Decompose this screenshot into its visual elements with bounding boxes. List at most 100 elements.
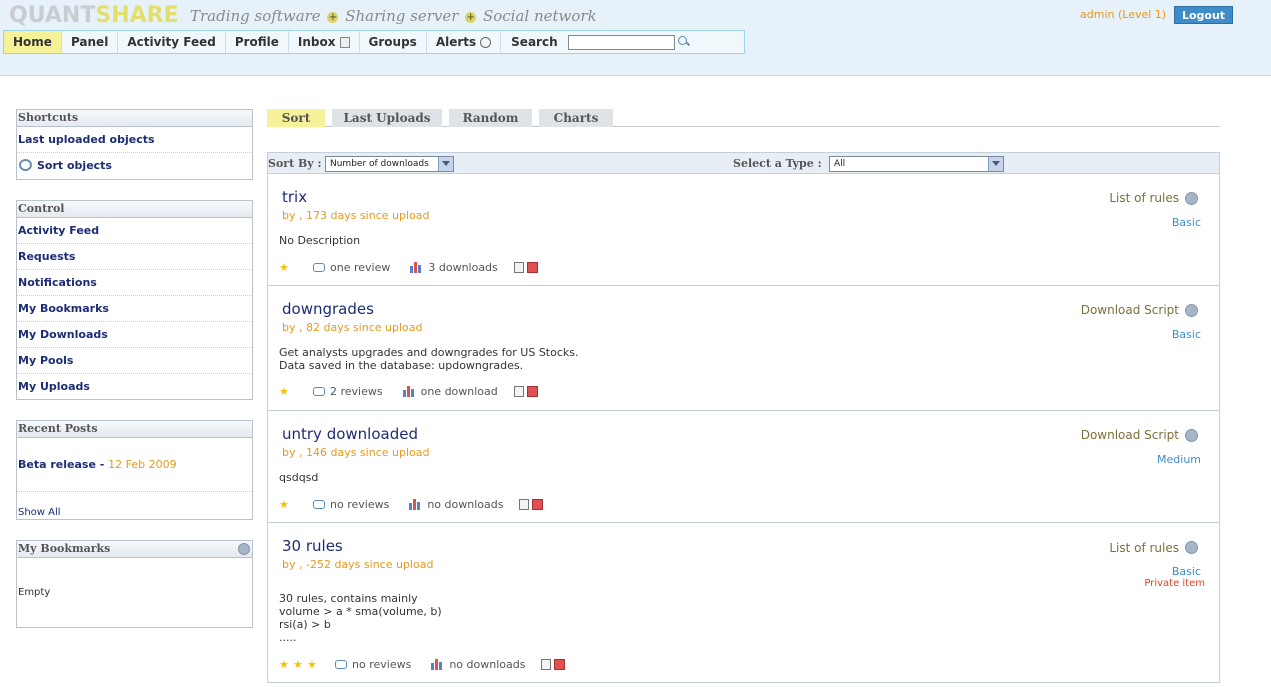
item-meta: ★ no reviews no downloads bbox=[279, 497, 544, 511]
comment-icon bbox=[313, 262, 325, 272]
sort-bar: Sort By : Number of downloads Select a T… bbox=[267, 152, 1220, 174]
item-subtitle: by , 82 days since upload bbox=[282, 321, 423, 334]
delete-icon[interactable] bbox=[532, 498, 544, 510]
download-count: no downloads bbox=[427, 497, 504, 511]
delete-icon[interactable] bbox=[526, 385, 538, 397]
shortcuts-title: Shortcuts bbox=[17, 110, 252, 127]
tagline-sharing: Sharing server bbox=[345, 7, 459, 25]
nav-profile[interactable]: Profile bbox=[226, 31, 289, 53]
nav-inbox[interactable]: Inbox bbox=[289, 31, 360, 53]
control-my-uploads[interactable]: My Uploads bbox=[17, 374, 252, 400]
item-level: Basic bbox=[1171, 565, 1201, 578]
shortcut-sort-objects[interactable]: Sort objects bbox=[17, 153, 252, 179]
document-icon[interactable] bbox=[541, 658, 552, 670]
delete-icon[interactable] bbox=[554, 658, 566, 670]
tab-charts[interactable]: Charts bbox=[539, 109, 613, 127]
item-type: Download Script bbox=[1080, 428, 1179, 442]
magnifier-icon bbox=[19, 159, 32, 171]
recent-post-date: 12 Feb 2009 bbox=[108, 458, 177, 471]
item-subtitle: by , 173 days since upload bbox=[282, 209, 430, 222]
shortcut-last-uploaded[interactable]: Last uploaded objects bbox=[17, 127, 252, 153]
item-type: Download Script bbox=[1080, 303, 1179, 317]
tab-sort[interactable]: Sort bbox=[267, 109, 325, 127]
nav-activity-feed[interactable]: Activity Feed bbox=[118, 31, 226, 53]
sort-by-label: Sort By : bbox=[268, 157, 322, 170]
item-level: Basic bbox=[1171, 328, 1201, 341]
delete-icon[interactable] bbox=[526, 261, 538, 273]
item-description: 30 rules, contains mainly volume > a * s… bbox=[279, 592, 442, 644]
item-subtitle: by , -252 days since upload bbox=[282, 558, 434, 571]
item-title-link[interactable]: untry downloaded bbox=[282, 425, 418, 443]
nav-panel[interactable]: Panel bbox=[62, 31, 119, 53]
control-my-bookmarks[interactable]: My Bookmarks bbox=[17, 296, 252, 322]
info-icon[interactable] bbox=[1185, 541, 1198, 554]
item-meta: ★ 2 reviews one download bbox=[279, 384, 538, 398]
sort-by-select[interactable]: Number of downloads bbox=[325, 156, 454, 172]
star-icon: ★ bbox=[279, 657, 289, 671]
review-count[interactable]: no reviews bbox=[330, 498, 389, 511]
bar-chart-icon bbox=[410, 261, 423, 273]
clock-icon bbox=[480, 36, 492, 48]
tab-last-uploads[interactable]: Last Uploads bbox=[332, 109, 442, 127]
control-notifications[interactable]: Notifications bbox=[17, 270, 252, 296]
control-activity-feed[interactable]: Activity Feed bbox=[17, 218, 252, 244]
tab-random[interactable]: Random bbox=[449, 109, 532, 127]
shortcuts-box: Shortcuts Last uploaded objects Sort obj… bbox=[16, 109, 253, 180]
document-icon[interactable] bbox=[513, 261, 524, 273]
download-count: no downloads bbox=[449, 657, 526, 671]
info-icon[interactable] bbox=[1185, 429, 1198, 442]
plus-icon: + bbox=[465, 12, 477, 23]
logout-button[interactable]: Logout bbox=[1174, 6, 1233, 24]
nav-groups[interactable]: Groups bbox=[360, 31, 427, 53]
star-icon: ★ bbox=[279, 384, 289, 398]
bookmarks-box: My Bookmarks Empty bbox=[16, 540, 253, 628]
star-icon: ★ bbox=[307, 657, 317, 671]
tagline: Trading software + Sharing server + Soci… bbox=[190, 7, 597, 25]
type-select[interactable]: All bbox=[829, 156, 1004, 172]
review-count[interactable]: no reviews bbox=[352, 658, 411, 671]
user-level-link[interactable]: admin (Level 1) bbox=[1080, 8, 1166, 21]
recent-post-link[interactable]: Beta release bbox=[18, 458, 96, 471]
search-input[interactable] bbox=[567, 35, 675, 50]
search-icon[interactable] bbox=[677, 36, 689, 47]
show-all-link[interactable]: Show All bbox=[18, 507, 61, 518]
list-item: 30 rules by , -252 days since upload 30 … bbox=[267, 523, 1220, 683]
info-icon[interactable] bbox=[1185, 304, 1198, 317]
item-title-link[interactable]: 30 rules bbox=[282, 537, 343, 555]
divider bbox=[17, 491, 252, 492]
main-nav: Home Panel Activity Feed Profile Inbox G… bbox=[3, 30, 745, 54]
control-my-pools[interactable]: My Pools bbox=[17, 348, 252, 374]
item-type: List of rules bbox=[1109, 191, 1179, 205]
tab-bar: Sort Last Uploads Random Charts bbox=[267, 109, 1220, 127]
list-item: downgrades by , 82 days since upload Get… bbox=[267, 286, 1220, 411]
info-icon[interactable] bbox=[1185, 192, 1198, 205]
item-title-link[interactable]: trix bbox=[282, 188, 307, 206]
info-icon[interactable] bbox=[238, 543, 250, 555]
tagline-trading: Trading software bbox=[190, 7, 321, 25]
download-count: one download bbox=[420, 384, 498, 398]
control-requests[interactable]: Requests bbox=[17, 244, 252, 270]
list-item: trix by , 173 days since upload No Descr… bbox=[267, 174, 1220, 286]
item-title-link[interactable]: downgrades bbox=[282, 300, 374, 318]
item-description: Get analysts upgrades and downgrades for… bbox=[279, 346, 579, 372]
nav-alerts[interactable]: Alerts bbox=[427, 31, 502, 53]
download-count: 3 downloads bbox=[428, 260, 498, 274]
control-box: Control Activity Feed Requests Notificat… bbox=[16, 200, 253, 400]
page-header: QUANTSHARE Trading software + Sharing se… bbox=[0, 0, 1271, 76]
bookmarks-title: My Bookmarks bbox=[17, 541, 252, 558]
plus-icon: + bbox=[327, 12, 339, 23]
comment-icon bbox=[313, 386, 325, 396]
document-icon[interactable] bbox=[519, 498, 530, 510]
review-count[interactable]: one review bbox=[330, 261, 390, 274]
chevron-down-icon bbox=[988, 157, 1003, 171]
item-level: Basic bbox=[1171, 216, 1201, 229]
private-item-label: Private item bbox=[1144, 578, 1205, 589]
document-icon[interactable] bbox=[513, 385, 524, 397]
star-icon: ★ bbox=[279, 260, 289, 274]
recent-posts-title: Recent Posts bbox=[17, 421, 252, 438]
review-count[interactable]: 2 reviews bbox=[330, 385, 383, 398]
quantshare-logo[interactable]: QUANTSHARE bbox=[9, 3, 179, 28]
control-my-downloads[interactable]: My Downloads bbox=[17, 322, 252, 348]
list-item: untry downloaded by , 146 days since upl… bbox=[267, 411, 1220, 523]
nav-home[interactable]: Home bbox=[4, 31, 62, 53]
